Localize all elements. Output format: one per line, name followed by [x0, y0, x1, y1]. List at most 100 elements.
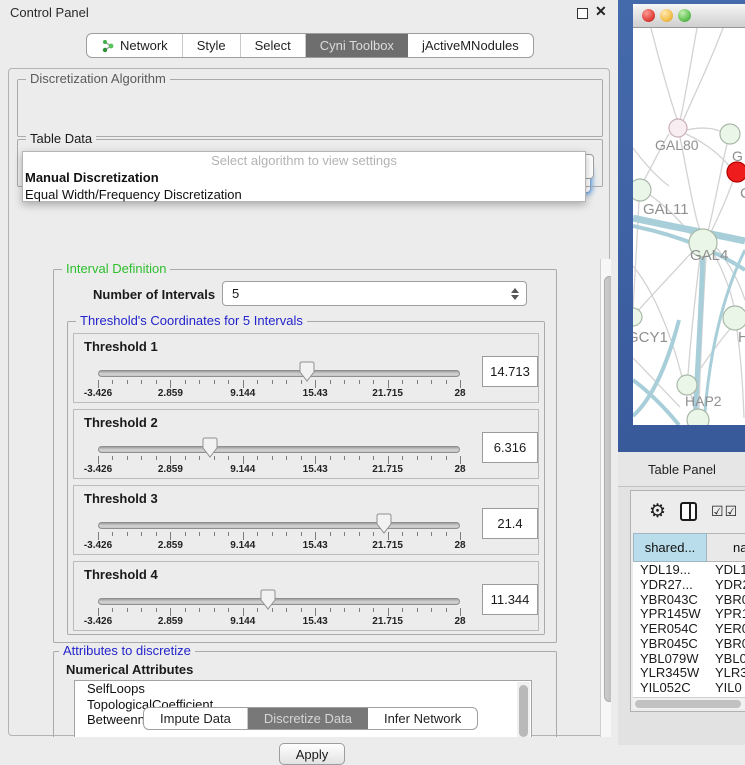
- table-panel-header[interactable]: Table Panel: [618, 452, 745, 487]
- tick-mark: [141, 608, 142, 612]
- table-row[interactable]: YIL052CYIL0: [633, 680, 745, 695]
- tick-label: 2.859: [158, 464, 183, 475]
- tick-mark: [330, 532, 331, 536]
- cell-name: YBL0: [707, 651, 745, 666]
- tab-impute-data[interactable]: Impute Data: [144, 708, 248, 729]
- network-node[interactable]: [633, 308, 642, 326]
- cell-shared-name: YIL052C: [633, 680, 707, 695]
- node-label: GAL11: [643, 201, 689, 218]
- tab-infer-network[interactable]: Infer Network: [368, 708, 477, 729]
- network-node[interactable]: [720, 124, 740, 144]
- cell-shared-name: YPR145W: [633, 606, 707, 621]
- table-row[interactable]: YPR145WYPR1: [633, 606, 745, 621]
- tick-label: -3.426: [84, 540, 112, 551]
- scrollbar-thumb[interactable]: [604, 276, 612, 702]
- tick-mark: [199, 456, 200, 460]
- slider-track[interactable]: [98, 522, 460, 529]
- slider-tick-labels: -3.4262.8599.14415.4321.71528: [98, 464, 460, 476]
- network-canvas[interactable]: GAL80GCGAL11GAL4GCY1HHAP2: [633, 28, 745, 425]
- float-window-icon[interactable]: [577, 8, 588, 19]
- tab-jactivemnodules[interactable]: jActiveMNodules: [408, 34, 533, 57]
- tab-label: Network: [120, 38, 168, 53]
- close-icon[interactable]: ✕: [595, 3, 607, 20]
- cell-name: YLR3: [707, 665, 745, 680]
- dropdown-option-manual[interactable]: Manual Discretization: [23, 169, 585, 186]
- bottom-tab-bar: Impute Data Discretize Data Infer Networ…: [143, 707, 478, 730]
- slider-tick-labels: -3.4262.8599.14415.4321.71528: [98, 388, 460, 400]
- tick-mark: [460, 532, 461, 540]
- settings-scrollbar[interactable]: [600, 259, 611, 737]
- tab-discretize-data[interactable]: Discretize Data: [248, 708, 368, 729]
- slider-handle[interactable]: [260, 589, 276, 610]
- table-row[interactable]: YDL19...YDL1: [633, 562, 745, 577]
- threshold-value-field[interactable]: 11.344: [482, 584, 538, 615]
- scrollbar-thumb[interactable]: [519, 685, 528, 737]
- tick-mark: [257, 456, 258, 460]
- number-of-intervals-combobox[interactable]: 5: [222, 281, 527, 306]
- tab-select[interactable]: Select: [241, 34, 306, 57]
- apply-button[interactable]: Apply: [279, 743, 345, 765]
- table-body: YDL19...YDL1YDR27...YDR2YBR043CYBR0YPR14…: [633, 562, 745, 697]
- network-window-titlebar[interactable]: [633, 4, 745, 28]
- node-label: GCY1: [633, 329, 668, 346]
- cell-name: YDL1: [707, 562, 745, 577]
- threshold-2-panel: Threshold 2 -3.4262.8599.14415.4321.7152…: [73, 409, 539, 479]
- tick-mark: [431, 608, 432, 612]
- zoom-traffic-icon[interactable]: [678, 9, 691, 22]
- table-row[interactable]: YDR27...YDR2: [633, 577, 745, 592]
- tick-mark: [156, 608, 157, 612]
- tick-mark: [431, 456, 432, 460]
- gear-icon[interactable]: ⚙: [649, 502, 666, 521]
- list-item[interactable]: SelfLoops: [75, 681, 531, 697]
- minimize-traffic-icon[interactable]: [660, 9, 673, 22]
- columns-icon[interactable]: [680, 502, 697, 521]
- tick-label: 9.144: [230, 388, 255, 399]
- table-row[interactable]: YLR345WYLR3: [633, 666, 745, 681]
- tick-mark: [214, 532, 215, 536]
- scrollbar-thumb[interactable]: [635, 700, 741, 708]
- node-label: GAL4: [690, 247, 728, 264]
- tick-mark: [170, 532, 171, 540]
- table-row[interactable]: YBR045CYBR0: [633, 636, 745, 651]
- network-node[interactable]: [669, 119, 687, 137]
- network-node[interactable]: [723, 306, 745, 330]
- tab-network[interactable]: Network: [87, 34, 183, 57]
- tick-mark: [460, 380, 461, 388]
- list-scrollbar[interactable]: [517, 682, 530, 737]
- column-header-shared-name[interactable]: shared...: [633, 533, 707, 562]
- network-node[interactable]: [633, 179, 651, 201]
- network-node[interactable]: [687, 409, 709, 425]
- slider-track[interactable]: [98, 446, 460, 453]
- tick-mark: [402, 380, 403, 384]
- tick-mark: [373, 380, 374, 384]
- tab-label: Style: [197, 38, 226, 53]
- threshold-value-field[interactable]: 14.713: [482, 356, 538, 387]
- threshold-value-field[interactable]: 21.4: [482, 508, 538, 539]
- table-row[interactable]: YER054CYER0: [633, 621, 745, 636]
- tick-mark: [214, 456, 215, 460]
- network-node[interactable]: [727, 162, 745, 182]
- slider-handle[interactable]: [299, 361, 315, 382]
- slider-handle[interactable]: [202, 437, 218, 458]
- slider-track[interactable]: [98, 598, 460, 605]
- tab-cyni-toolbox[interactable]: Cyni Toolbox: [306, 34, 408, 57]
- slider-track[interactable]: [98, 370, 460, 377]
- slider-handle[interactable]: [376, 513, 392, 534]
- tick-mark: [127, 532, 128, 536]
- table-panel-window: ⚙ ☑☑ shared... na YDL19...YDL1YDR27...YD…: [630, 490, 745, 712]
- tab-style[interactable]: Style: [183, 34, 241, 57]
- tick-mark: [446, 532, 447, 536]
- network-node[interactable]: [677, 375, 697, 395]
- dropdown-option-equal-width[interactable]: Equal Width/Frequency Discretization: [23, 186, 585, 203]
- tick-mark: [344, 608, 345, 612]
- table-horizontal-scrollbar[interactable]: [633, 697, 745, 709]
- tick-mark: [417, 532, 418, 536]
- table-row[interactable]: YBL079WYBL0: [633, 651, 745, 666]
- checkbox-icons[interactable]: ☑☑: [711, 503, 738, 520]
- tick-label: 9.144: [230, 464, 255, 475]
- close-traffic-icon[interactable]: [642, 9, 655, 22]
- tick-mark: [286, 532, 287, 536]
- table-row[interactable]: YBR043CYBR0: [633, 592, 745, 607]
- threshold-value-field[interactable]: 6.316: [482, 432, 538, 463]
- column-header-name[interactable]: na: [707, 533, 745, 562]
